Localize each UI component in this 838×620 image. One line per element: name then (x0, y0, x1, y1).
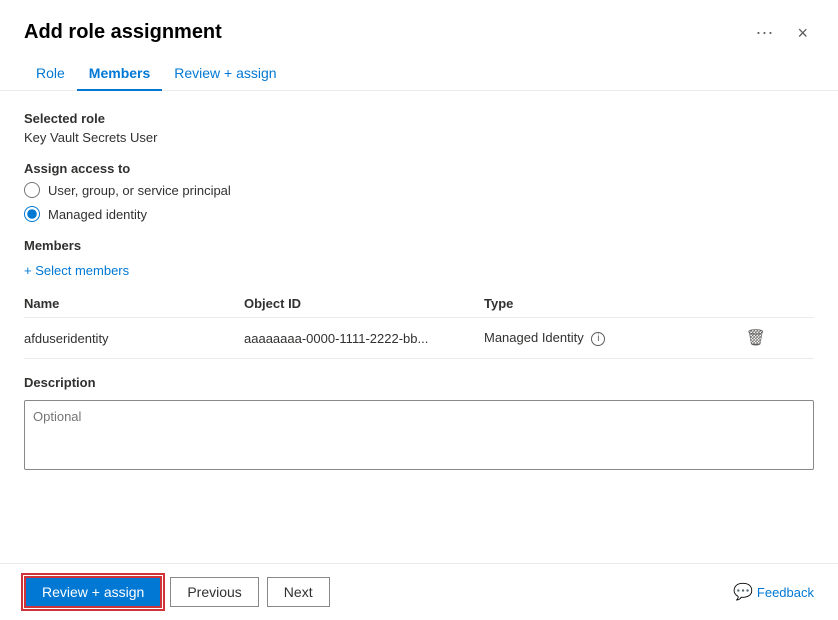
review-assign-button[interactable]: Review + assign (24, 576, 162, 608)
select-members-link[interactable]: + Select members (24, 263, 129, 278)
row-name: afduseridentity (24, 318, 244, 359)
table-header-row: Name Object ID Type (24, 290, 814, 318)
dialog-title: Add role assignment (24, 21, 222, 44)
row-type: Managed Identity i (484, 318, 742, 359)
info-icon[interactable]: i (591, 332, 605, 346)
tab-members[interactable]: Members (77, 57, 162, 91)
header-actions: ··· × (750, 20, 815, 45)
col-header-type: Type (484, 290, 742, 318)
assign-access-label: Assign access to (24, 161, 814, 176)
radio-user-label: User, group, or service principal (48, 183, 231, 198)
dialog-body: Selected role Key Vault Secrets User Ass… (0, 91, 838, 563)
selected-role-value: Key Vault Secrets User (24, 130, 814, 145)
selected-role-section: Selected role Key Vault Secrets User (24, 111, 814, 145)
radio-managed-identity[interactable]: Managed identity (24, 206, 814, 222)
feedback-label: Feedback (757, 585, 814, 600)
members-label: Members (24, 238, 814, 253)
previous-button[interactable]: Previous (170, 577, 258, 607)
radio-managed-label: Managed identity (48, 207, 147, 222)
dialog-footer: Review + assign Previous Next 💬 Feedback (0, 563, 838, 620)
description-textarea[interactable] (24, 400, 814, 470)
next-button[interactable]: Next (267, 577, 330, 607)
radio-managed-input[interactable] (24, 206, 40, 222)
select-members-text: + Select members (24, 263, 129, 278)
footer-right: 💬 Feedback (733, 582, 814, 602)
add-role-assignment-dialog: Add role assignment ··· × Role Members R… (0, 0, 838, 620)
feedback-icon: 💬 (733, 582, 753, 602)
radio-user-input[interactable] (24, 182, 40, 198)
close-button[interactable]: × (791, 22, 814, 44)
description-label: Description (24, 375, 814, 390)
description-section: Description (24, 375, 814, 473)
col-header-name: Name (24, 290, 244, 318)
table-row: afduseridentity aaaaaaaa-0000-1111-2222-… (24, 318, 814, 359)
row-type-text: Managed Identity (484, 330, 584, 345)
members-table: Name Object ID Type afduseridentity aaaa… (24, 290, 814, 359)
row-actions: 🗑 (742, 318, 814, 359)
members-section: Members + Select members Name Object ID … (24, 238, 814, 359)
radio-group: User, group, or service principal Manage… (24, 182, 814, 222)
delete-row-button[interactable]: 🗑 (742, 326, 770, 350)
col-header-actions (742, 290, 814, 318)
feedback-button[interactable]: 💬 Feedback (733, 582, 814, 602)
assign-access-section: Assign access to User, group, or service… (24, 161, 814, 222)
col-header-objectid: Object ID (244, 290, 484, 318)
tab-role[interactable]: Role (24, 57, 77, 91)
tab-bar: Role Members Review + assign (0, 57, 838, 91)
dialog-header: Add role assignment ··· × (0, 0, 838, 53)
row-objectid: aaaaaaaa-0000-1111-2222-bb... (244, 318, 484, 359)
selected-role-label: Selected role (24, 111, 814, 126)
tab-review-assign[interactable]: Review + assign (162, 57, 288, 91)
radio-user-group[interactable]: User, group, or service principal (24, 182, 814, 198)
ellipsis-button[interactable]: ··· (750, 20, 780, 45)
